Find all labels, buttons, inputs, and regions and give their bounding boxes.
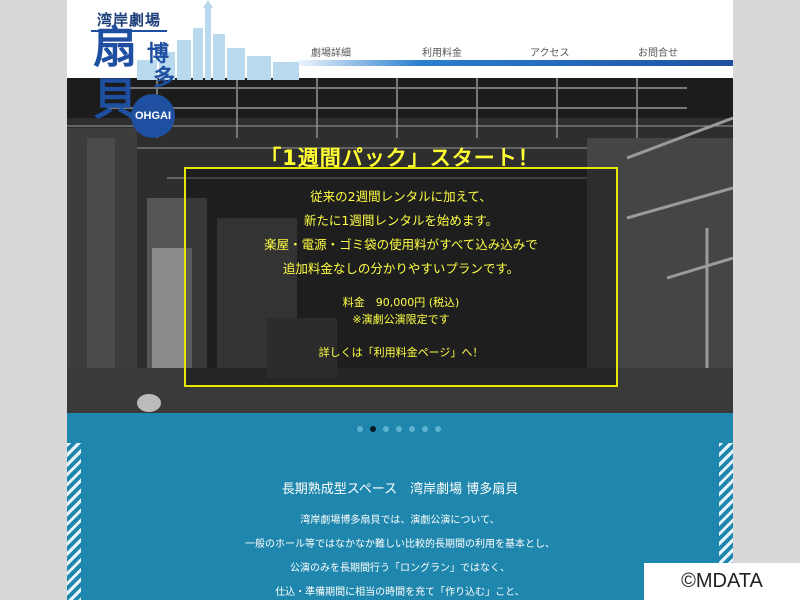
logo-badge: OHGAI	[131, 94, 175, 138]
nav-item-pricing[interactable]: 利用料金	[422, 44, 462, 59]
hero-line: 従来の2週間レンタルに加えて、	[310, 189, 492, 204]
about-section: 長期熟成型スペース 湾岸劇場 博多扇貝 湾岸劇場博多扇貝では、演劇公演について、…	[67, 443, 733, 600]
nav-item-contact[interactable]: お問合せ	[638, 44, 678, 59]
about-line: 一般のホール等ではなかなか難しい比較的長期間の利用を基本とし、	[245, 539, 555, 550]
about-line: 公演のみを長期間行う「ロングラン」ではなく、	[290, 563, 510, 574]
slider-dot[interactable]	[409, 426, 415, 432]
nav-item-access[interactable]: アクセス	[530, 44, 570, 59]
logo-glyph-4: 多	[153, 65, 176, 91]
site-logo[interactable]: 湾岸劇場 扇 貝 博 多 OHGAI	[67, 0, 302, 140]
hero-price: 料金 90,000円 (税込)	[342, 296, 460, 309]
about-title: 長期熟成型スペース 湾岸劇場 博多扇貝	[281, 482, 519, 497]
page: 劇場詳細 利用料金 アクセス お問合せ 「1週間パック」スタート！ 従来の2週間…	[67, 0, 733, 600]
hero-pricing-link[interactable]: 詳しくは「利用料金ページ」へ！	[186, 344, 616, 360]
hero-line: 楽屋・電源・ゴミ袋の使用料がすべて込み込みで	[264, 237, 538, 252]
hero-announcement-box: 従来の2週間レンタルに加えて、 新たに1週間レンタルを始めます。 楽屋・電源・ゴ…	[184, 167, 618, 387]
hero-note: ※演劇公演限定です	[352, 313, 450, 326]
main-nav: 劇場詳細 利用料金 アクセス お問合せ	[297, 44, 733, 62]
logo-glyph-1: 扇	[93, 22, 137, 73]
about-line: 仕込・準備期間に相当の時間を充て「作り込む」こと、	[275, 587, 525, 598]
slider-dots	[67, 413, 733, 443]
slider-dot-active[interactable]	[370, 426, 376, 432]
slider-dot[interactable]	[357, 426, 363, 432]
about-line: 湾岸劇場博多扇貝では、演劇公演について、	[300, 515, 500, 526]
hero-line: 新たに1週間レンタルを始めます。	[303, 213, 499, 228]
nav-item-theater-details[interactable]: 劇場詳細	[311, 44, 351, 59]
slider-dot[interactable]	[435, 426, 441, 432]
slider-dot[interactable]	[383, 426, 389, 432]
hero-line: 追加料金なしの分かりやすいプランです。	[282, 261, 520, 276]
copyright-watermark: ©MDATA	[644, 563, 800, 600]
slider-dot[interactable]	[422, 426, 428, 432]
slider-dot[interactable]	[396, 426, 402, 432]
